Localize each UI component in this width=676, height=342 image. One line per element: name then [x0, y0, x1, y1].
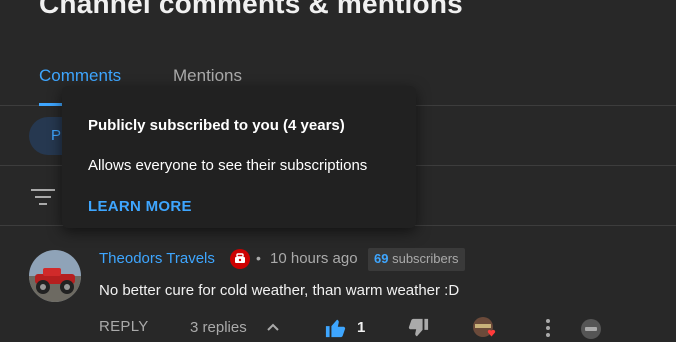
- filter-icon[interactable]: [31, 188, 55, 206]
- reply-button[interactable]: REPLY: [99, 318, 149, 335]
- thumbs-down-icon[interactable]: [407, 317, 429, 339]
- popover-description: Allows everyone to see their subscriptio…: [88, 157, 368, 174]
- creator-heart-icon[interactable]: [472, 316, 498, 342]
- comment-text: No better cure for cold weather, than wa…: [99, 282, 460, 299]
- comment-timestamp[interactable]: 10 hours ago: [270, 250, 358, 267]
- subscriber-label: subscribers: [392, 251, 459, 266]
- popover-title: Publicly subscribed to you (4 years): [88, 117, 345, 134]
- tab-comments[interactable]: Comments: [39, 66, 121, 86]
- thumbs-up-icon[interactable]: [325, 317, 347, 339]
- view-replies-button[interactable]: 3 replies: [190, 319, 247, 336]
- subscriber-count: 69: [374, 251, 389, 266]
- moderation-icon[interactable]: [580, 318, 602, 340]
- separator-dot: •: [256, 250, 261, 266]
- avatar[interactable]: [29, 250, 81, 302]
- like-count: 1: [357, 319, 366, 336]
- page-title: Channel comments & mentions: [39, 0, 463, 19]
- chevron-up-icon[interactable]: [266, 320, 280, 334]
- comment-item: Theodors Travels • 10 hours ago 69 subsc…: [0, 228, 676, 342]
- tab-mentions[interactable]: Mentions: [173, 66, 242, 86]
- learn-more-link[interactable]: LEARN MORE: [88, 198, 192, 215]
- comment-actions: REPLY 3 replies 1: [0, 314, 676, 342]
- subscriber-badge-icon[interactable]: [230, 249, 250, 269]
- more-vertical-icon[interactable]: [538, 318, 558, 338]
- subscriber-info-popover: Publicly subscribed to you (4 years) All…: [62, 86, 416, 228]
- subscriber-count-badge[interactable]: 69 subscribers: [368, 248, 465, 271]
- comment-author[interactable]: Theodors Travels: [99, 250, 215, 267]
